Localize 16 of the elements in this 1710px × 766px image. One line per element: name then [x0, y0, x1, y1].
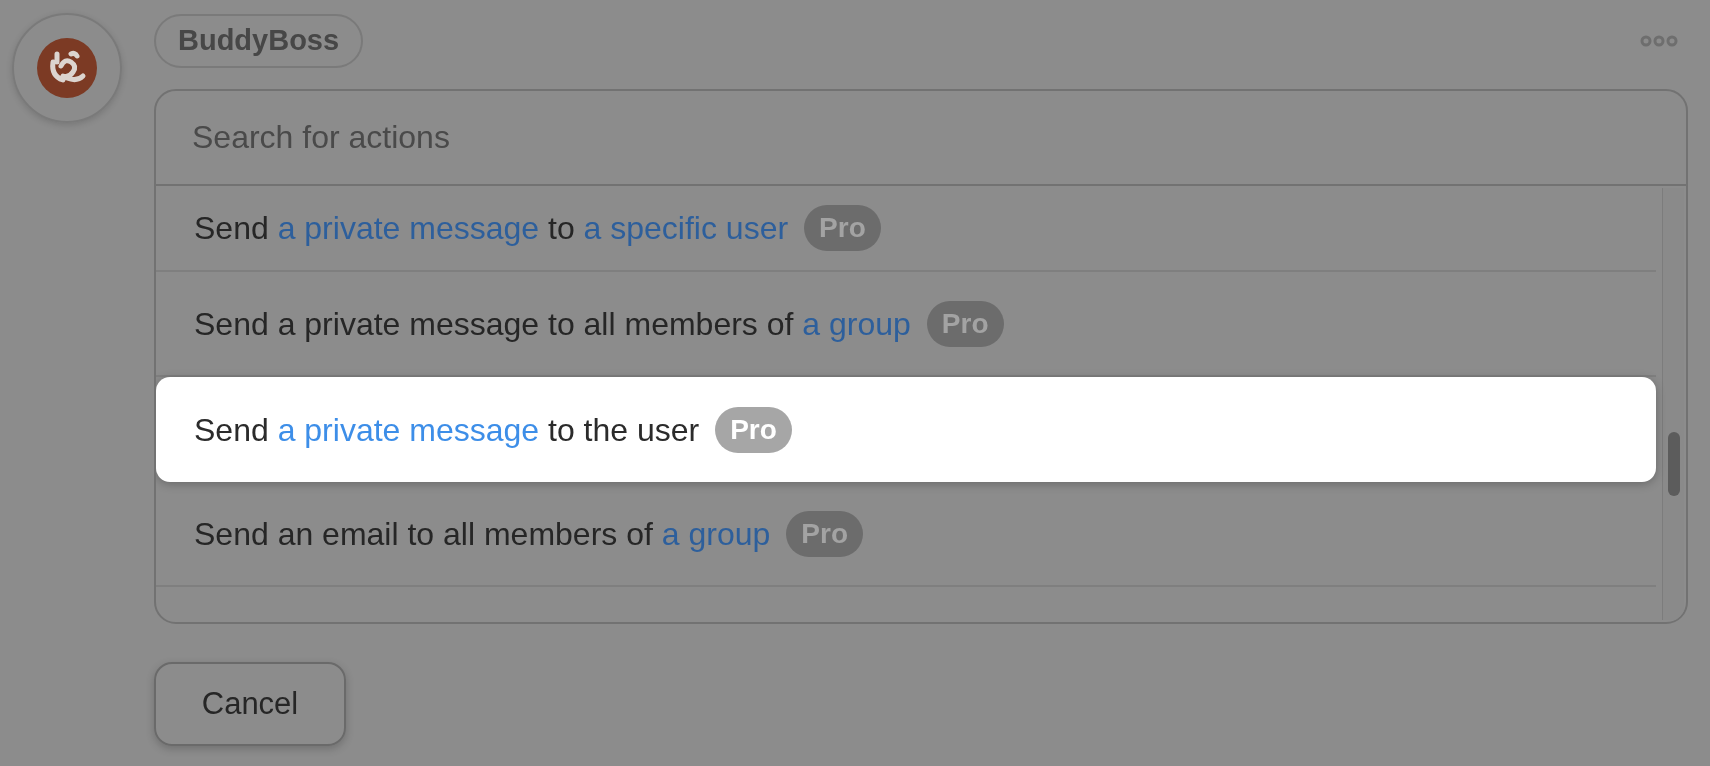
- action-row[interactable]: Send a private message to the user Pro: [156, 377, 1656, 482]
- logo-icon: [37, 38, 97, 98]
- action-text: to the user: [547, 410, 700, 450]
- scrollbar-thumb[interactable]: [1668, 432, 1680, 496]
- action-text: to: [547, 209, 576, 248]
- scrollbar[interactable]: [1662, 188, 1684, 620]
- action-text: Send a private message to all members of: [194, 304, 795, 344]
- action-text: Send an email to all members of: [194, 514, 654, 554]
- search-field[interactable]: Search for actions: [156, 91, 1686, 186]
- more-icon[interactable]: [1640, 35, 1678, 47]
- action-text: Send: [194, 410, 270, 450]
- action-text: Send: [194, 209, 270, 248]
- token-link[interactable]: a private message: [277, 405, 540, 454]
- app-name-chip: BuddyBoss: [154, 14, 364, 68]
- cancel-button[interactable]: Cancel: [154, 662, 346, 746]
- pro-badge: Pro: [715, 406, 792, 453]
